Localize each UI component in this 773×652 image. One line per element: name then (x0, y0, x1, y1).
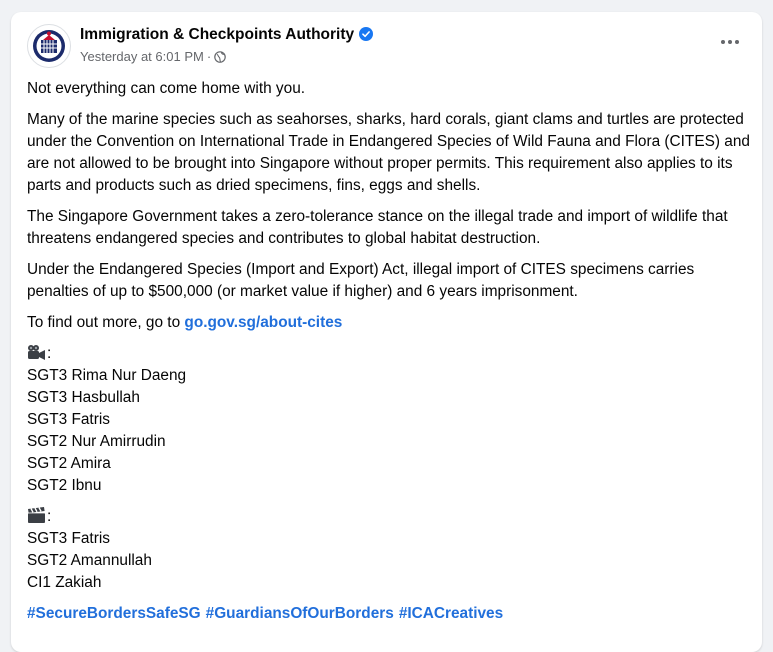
video-credits: : SGT3 Rima Nur Daeng SGT3 Hasbullah SGT… (27, 343, 750, 497)
editing-credits-colon: : (47, 508, 52, 525)
credit-line: CI1 Zakiah (27, 574, 102, 591)
video-credits-heading: : (27, 343, 750, 365)
video-credits-colon: : (47, 345, 52, 362)
hashtags: #SecureBordersSafeSG #GuardiansOfOurBorde… (27, 603, 750, 625)
post-paragraph: The Singapore Government takes a zero-to… (27, 208, 728, 247)
cites-link[interactable]: go.gov.sg/about-cites (184, 314, 342, 331)
credit-line: SGT3 Hasbullah (27, 389, 140, 406)
ica-logo-icon (29, 26, 69, 66)
more-dots-icon (721, 40, 739, 44)
post-paragraph: Not everything can come home with you. (27, 80, 306, 97)
editing-credits-heading: : (27, 506, 750, 528)
credit-line: SGT2 Amannullah (27, 552, 152, 569)
find-out-more-text: To find out more, go to go.gov.sg/about-… (27, 312, 750, 334)
post-timestamp[interactable]: Yesterday at 6:01 PM (80, 49, 204, 64)
credit-line: SGT2 Nur Amirrudin (27, 433, 166, 450)
credit-line: SGT3 Fatris (27, 530, 110, 547)
more-options-button[interactable] (712, 24, 748, 60)
hashtag-link[interactable]: #ICACreatives (399, 605, 503, 622)
public-globe-icon[interactable] (214, 51, 226, 66)
post-card: Immigration & Checkpoints Authority Yest… (11, 12, 762, 652)
credit-line: SGT2 Ibnu (27, 477, 102, 494)
credit-line: SGT3 Rima Nur Daeng (27, 367, 187, 384)
meta-separator: · (206, 49, 212, 64)
hashtag-link[interactable]: #SecureBordersSafeSG (27, 605, 201, 622)
editing-credits: : SGT3 Fatris SGT2 Amannullah CI1 Zakiah (27, 506, 750, 594)
post-paragraph: Under the Endangered Species (Import and… (27, 261, 695, 300)
post-meta: Yesterday at 6:01 PM · (80, 49, 226, 66)
credit-line: SGT3 Fatris (27, 411, 110, 428)
post-header: Immigration & Checkpoints Authority Yest… (27, 24, 746, 68)
hashtag-link[interactable]: #GuardiansOfOurBorders (206, 605, 394, 622)
find-out-prefix: To find out more, go to (27, 314, 185, 331)
page-avatar[interactable] (27, 24, 71, 68)
credit-line: SGT2 Amira (27, 455, 111, 472)
page-name[interactable]: Immigration & Checkpoints Authority (80, 26, 374, 46)
post-body: Not everything can come home with you. M… (27, 78, 750, 634)
verified-badge-icon (359, 27, 374, 46)
post-paragraph: Many of the marine species such as seaho… (27, 111, 750, 194)
page-name-text[interactable]: Immigration & Checkpoints Authority (80, 26, 354, 43)
